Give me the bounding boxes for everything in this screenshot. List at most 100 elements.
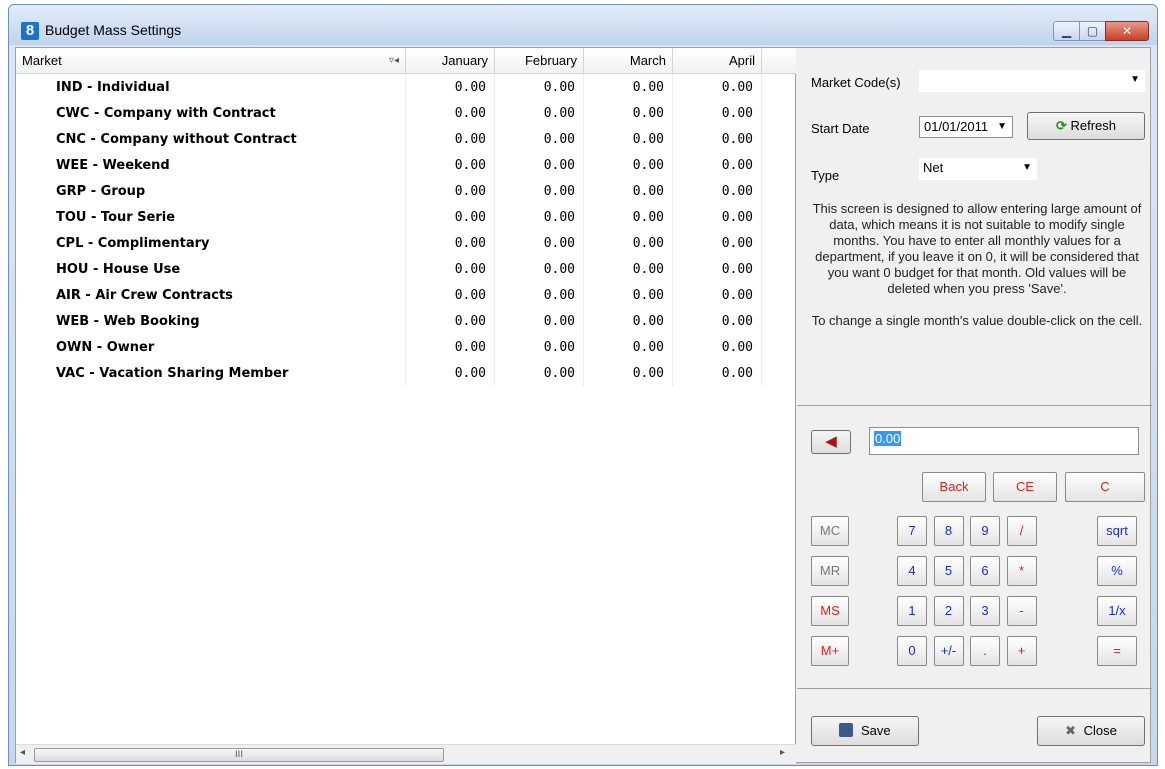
budget-value-cell[interactable]: 0.00 xyxy=(673,152,762,178)
refresh-button[interactable]: ⟳ Refresh xyxy=(1027,112,1145,140)
column-header-march[interactable]: March xyxy=(584,48,673,74)
scrollbar-thumb[interactable]: III xyxy=(34,748,444,762)
budget-value-cell[interactable]: 0.00 xyxy=(495,152,584,178)
calc-key-c[interactable]: C xyxy=(1065,472,1145,502)
calc-key[interactable]: 4 xyxy=(897,556,927,586)
minimize-button[interactable]: ▁ xyxy=(1053,21,1080,41)
calc-key[interactable]: 6 xyxy=(970,556,1000,586)
calc-key[interactable]: 1 xyxy=(897,596,927,626)
save-button[interactable]: Save xyxy=(811,716,919,746)
budget-value-cell[interactable]: 0.00 xyxy=(406,74,495,100)
budget-value-cell[interactable]: 0.00 xyxy=(673,74,762,100)
budget-value-cell[interactable]: 0.00 xyxy=(495,178,584,204)
budget-value-cell[interactable]: 0.00 xyxy=(406,360,495,386)
calc-key[interactable]: 2 xyxy=(933,596,964,626)
table-row[interactable]: IND - Individual 0.00 0.00 0.00 0.00 xyxy=(16,74,796,100)
calc-key[interactable]: % xyxy=(1097,556,1137,586)
calc-key[interactable]: * xyxy=(1006,556,1037,586)
budget-value-cell[interactable]: 0.00 xyxy=(584,360,673,386)
budget-value-cell[interactable]: 0.00 xyxy=(673,282,762,308)
budget-value-cell[interactable]: 0.00 xyxy=(495,126,584,152)
table-row[interactable]: VAC - Vacation Sharing Member 0.00 0.00 0.0… xyxy=(16,360,796,386)
maximize-button[interactable]: ▢ xyxy=(1079,21,1106,41)
calc-key-back[interactable]: Back xyxy=(922,472,986,502)
table-row[interactable]: CWC - Company with Contract 0.00 0.00 0.00 0… xyxy=(16,100,796,126)
budget-value-cell[interactable]: 0.00 xyxy=(584,334,673,360)
calc-key[interactable]: MC xyxy=(811,516,849,546)
back-arrow-button[interactable]: ◀ xyxy=(811,430,851,454)
calc-key[interactable]: . xyxy=(970,636,1000,666)
calc-key[interactable]: / xyxy=(1006,516,1037,546)
calc-key[interactable]: - xyxy=(1006,596,1037,626)
calc-key[interactable]: 0 xyxy=(897,636,927,666)
budget-value-cell[interactable]: 0.00 xyxy=(584,100,673,126)
budget-value-cell[interactable]: 0.00 xyxy=(584,308,673,334)
budget-value-cell[interactable]: 0.00 xyxy=(406,126,495,152)
table-row[interactable]: OWN - Owner 0.00 0.00 0.00 0.00 xyxy=(16,334,796,360)
calculator-display[interactable]: 0.00 xyxy=(869,427,1139,455)
budget-value-cell[interactable]: 0.00 xyxy=(495,100,584,126)
calc-key[interactable]: M+ xyxy=(811,636,849,666)
calc-key[interactable]: 7 xyxy=(897,516,927,546)
close-window-button[interactable]: ✕ xyxy=(1105,21,1149,41)
budget-value-cell[interactable]: 0.00 xyxy=(673,308,762,334)
budget-value-cell[interactable]: 0.00 xyxy=(406,178,495,204)
calc-key[interactable]: 5 xyxy=(933,556,964,586)
column-header-january[interactable]: January xyxy=(406,48,495,74)
table-row[interactable]: HOU - House Use 0.00 0.00 0.00 0.00 xyxy=(16,256,796,282)
budget-value-cell[interactable]: 0.00 xyxy=(584,282,673,308)
budget-value-cell[interactable]: 0.00 xyxy=(495,282,584,308)
column-header-april[interactable]: April xyxy=(673,48,762,74)
budget-value-cell[interactable]: 0.00 xyxy=(406,100,495,126)
start-date-picker[interactable]: 01/01/2011 ▼ xyxy=(919,116,1013,138)
budget-value-cell[interactable]: 0.00 xyxy=(673,230,762,256)
budget-value-cell[interactable]: 0.00 xyxy=(406,282,495,308)
scroll-left-icon[interactable]: ◂ xyxy=(20,747,25,758)
budget-grid[interactable]: Market ▿◂ January February March April I… xyxy=(16,48,796,764)
budget-value-cell[interactable]: 0.00 xyxy=(673,126,762,152)
calc-key[interactable]: 9 xyxy=(970,516,1000,546)
budget-value-cell[interactable]: 0.00 xyxy=(406,230,495,256)
budget-value-cell[interactable]: 0.00 xyxy=(406,256,495,282)
calc-key[interactable]: MR xyxy=(811,556,849,586)
calc-key[interactable]: 8 xyxy=(933,516,964,546)
budget-value-cell[interactable]: 0.00 xyxy=(673,204,762,230)
budget-value-cell[interactable]: 0.00 xyxy=(673,178,762,204)
budget-value-cell[interactable]: 0.00 xyxy=(673,360,762,386)
budget-value-cell[interactable]: 0.00 xyxy=(495,230,584,256)
calc-key[interactable]: + xyxy=(1006,636,1037,666)
table-row[interactable]: CNC - Company without Contract 0.00 0.00 0.… xyxy=(16,126,796,152)
close-button[interactable]: ✖ Close xyxy=(1037,716,1145,746)
budget-value-cell[interactable]: 0.00 xyxy=(495,204,584,230)
calc-key[interactable]: = xyxy=(1097,636,1137,666)
calc-key-ce[interactable]: CE xyxy=(993,472,1057,502)
budget-value-cell[interactable]: 0.00 xyxy=(495,74,584,100)
table-row[interactable]: GRP - Group 0.00 0.00 0.00 0.00 xyxy=(16,178,796,204)
budget-value-cell[interactable]: 0.00 xyxy=(584,126,673,152)
budget-value-cell[interactable]: 0.00 xyxy=(495,334,584,360)
calc-key[interactable]: sqrt xyxy=(1097,516,1137,546)
calc-key[interactable]: 1/x xyxy=(1097,596,1137,626)
table-row[interactable]: TOU - Tour Serie 0.00 0.00 0.00 0.00 xyxy=(16,204,796,230)
horizontal-scrollbar[interactable]: ◂ III ▸ xyxy=(16,744,796,764)
scroll-right-icon[interactable]: ▸ xyxy=(780,747,785,758)
budget-value-cell[interactable]: 0.00 xyxy=(584,230,673,256)
budget-value-cell[interactable]: 0.00 xyxy=(673,100,762,126)
column-header-market[interactable]: Market ▿◂ xyxy=(16,48,406,74)
budget-value-cell[interactable]: 0.00 xyxy=(495,360,584,386)
budget-value-cell[interactable]: 0.00 xyxy=(495,256,584,282)
budget-value-cell[interactable]: 0.00 xyxy=(584,178,673,204)
calc-key[interactable]: MS xyxy=(811,596,849,626)
table-row[interactable]: WEB - Web Booking 0.00 0.00 0.00 0.00 xyxy=(16,308,796,334)
type-select[interactable]: Net ▼ xyxy=(919,158,1037,180)
table-row[interactable]: AIR - Air Crew Contracts 0.00 0.00 0.00 0.00 xyxy=(16,282,796,308)
budget-value-cell[interactable]: 0.00 xyxy=(406,334,495,360)
budget-value-cell[interactable]: 0.00 xyxy=(673,334,762,360)
table-row[interactable]: CPL - Complimentary 0.00 0.00 0.00 0.00 xyxy=(16,230,796,256)
title-bar[interactable]: 8 Budget Mass Settings ▁ ▢ ✕ xyxy=(9,5,1157,45)
table-row[interactable]: WEE - Weekend 0.00 0.00 0.00 0.00 xyxy=(16,152,796,178)
budget-value-cell[interactable]: 0.00 xyxy=(406,308,495,334)
budget-value-cell[interactable]: 0.00 xyxy=(584,256,673,282)
calc-key[interactable]: 3 xyxy=(970,596,1000,626)
budget-value-cell[interactable]: 0.00 xyxy=(495,308,584,334)
